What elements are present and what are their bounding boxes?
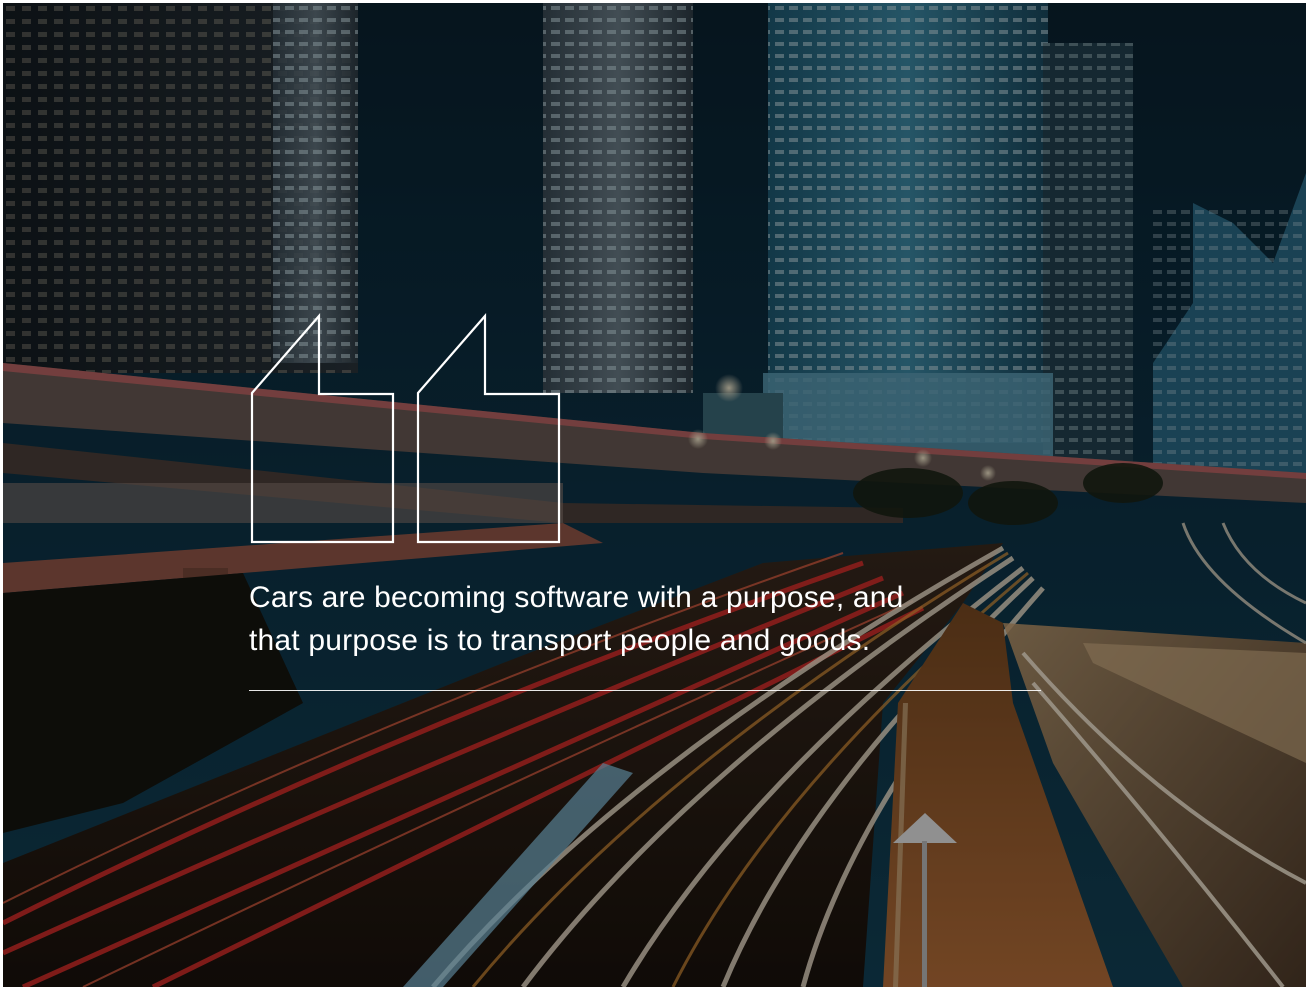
quote-line: Cars are becoming software with a purpos… — [249, 581, 904, 614]
quote-line: that purpose is to transport people and … — [249, 624, 871, 657]
quote-text: Cars are becoming software with a purpos… — [249, 576, 1009, 662]
hero-banner: Cars are becoming software with a purpos… — [3, 3, 1306, 987]
dark-overlay — [3, 3, 1306, 987]
open-quote-outline-icon — [250, 313, 561, 544]
divider — [249, 690, 1041, 691]
